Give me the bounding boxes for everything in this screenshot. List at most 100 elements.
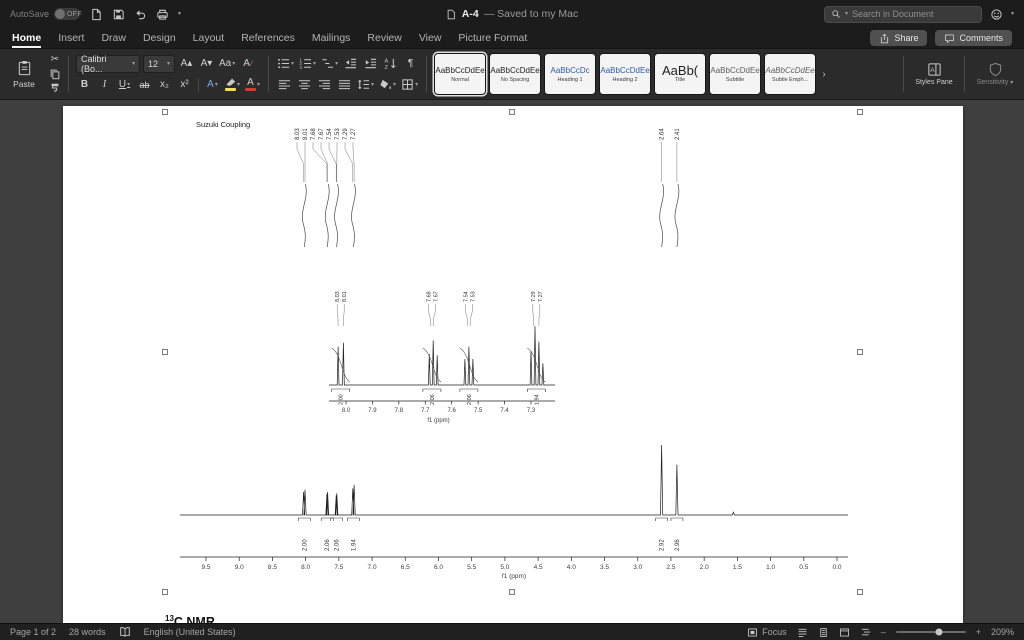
undo-icon[interactable]	[134, 8, 147, 21]
tab-layout[interactable]: Layout	[193, 28, 225, 48]
document-icon[interactable]	[90, 8, 103, 21]
selection-handle-middle-left[interactable]	[162, 349, 168, 355]
text-effects-button[interactable]: A ▾	[204, 75, 221, 94]
change-case-button[interactable]: Aa ▾	[218, 54, 236, 73]
bold-button[interactable]: B	[76, 75, 93, 94]
italic-button[interactable]: I	[96, 75, 113, 94]
heading-text: C NMR	[173, 615, 215, 623]
highlight-color-button[interactable]: ▾	[224, 75, 241, 94]
bullet-list-icon[interactable]: ▾	[276, 54, 295, 73]
view-read-mode-icon[interactable]	[797, 627, 808, 638]
document-canvas[interactable]: Suzuki Coupling 9.5 9.0 8.5 8.0 7.5 7.0 6.5 6.0 5…	[0, 100, 1024, 623]
underline-button[interactable]: U ▾	[116, 75, 133, 94]
increase-indent-icon[interactable]	[362, 54, 379, 73]
comments-label: Comments	[959, 33, 1003, 43]
cut-icon[interactable]: ✂	[49, 54, 61, 65]
tab-view[interactable]: View	[419, 28, 442, 48]
sensitivity-shield-icon	[989, 62, 1001, 76]
selection-handle-bottom-left[interactable]	[162, 589, 168, 595]
tab-design[interactable]: Design	[143, 28, 176, 48]
sensitivity-button[interactable]: Sensitivity ▾	[972, 52, 1018, 96]
proofing-book-icon[interactable]	[119, 626, 131, 638]
styles-pane-button[interactable]: A Styles Pane	[911, 52, 957, 96]
multilevel-list-icon[interactable]: ▾	[320, 54, 339, 73]
autosave-switch[interactable]: OFF	[54, 8, 82, 20]
paste-button[interactable]: Paste	[6, 52, 42, 96]
print-icon[interactable]	[156, 8, 169, 21]
style-card-title[interactable]: AaBb(Title	[654, 53, 707, 95]
view-print-layout-icon[interactable]	[818, 627, 829, 638]
focus-icon	[748, 628, 758, 636]
focus-button[interactable]: Focus	[747, 627, 787, 638]
font-name-select[interactable]: Calibri (Bo... ▾	[76, 54, 140, 74]
zoom-slider[interactable]	[895, 628, 966, 636]
feedback-smiley-icon[interactable]	[990, 8, 1003, 21]
document-page[interactable]: Suzuki Coupling 9.5 9.0 8.5 8.0 7.5 7.0 6.5 6.0 5…	[63, 106, 963, 623]
save-icon[interactable]	[112, 8, 125, 21]
nmr-spectrum-image[interactable]: Suzuki Coupling 9.5 9.0 8.5 8.0 7.5 7.0 6.5 6.0 5…	[63, 106, 963, 623]
tab-picture-format[interactable]: Picture Format	[458, 28, 527, 48]
style-card-no-spacing[interactable]: AaBbCcDdEe No Spacing	[489, 53, 542, 95]
style-card-heading-1[interactable]: AaBbCcDc Heading 1	[544, 53, 597, 95]
tab-insert[interactable]: Insert	[58, 28, 84, 48]
smiley-chevron-icon[interactable]: ▾	[1011, 11, 1014, 17]
style-card-subtle-emphasis[interactable]: AaBbCcDdEe Subtle Emph...	[764, 53, 817, 95]
superscript-button[interactable]: x²	[176, 75, 193, 94]
svg-text:A: A	[930, 67, 935, 74]
borders-icon[interactable]: ▾	[400, 75, 419, 94]
style-card-normal[interactable]: AaBbCcDdEe Normal	[434, 53, 487, 95]
tab-draw[interactable]: Draw	[101, 28, 126, 48]
font-color-button[interactable]: A ▾	[244, 75, 261, 94]
selection-handle-bottom-middle[interactable]	[509, 589, 515, 595]
view-outline-icon[interactable]	[860, 627, 871, 638]
word-count[interactable]: 28 words	[69, 627, 106, 637]
autosave-toggle[interactable]: AutoSave OFF	[10, 8, 82, 20]
grow-font-button[interactable]: A▴	[178, 54, 195, 73]
tab-home[interactable]: Home	[12, 28, 42, 48]
styles-gallery: AaBbCcDdEe Normal AaBbCcDdEe No Spacing Aa…	[434, 52, 829, 96]
align-right-icon[interactable]	[316, 75, 333, 94]
align-center-icon[interactable]	[296, 75, 313, 94]
nmr-figure[interactable]: Suzuki Coupling 9.5 9.0 8.5 8.0 7.5 7.0 6.5 6.0 5…	[63, 106, 963, 623]
selection-handle-bottom-right[interactable]	[857, 589, 863, 595]
tab-references[interactable]: References	[241, 28, 295, 48]
pilcrow-icon[interactable]: ¶	[402, 54, 419, 73]
comments-button[interactable]: Comments	[935, 30, 1012, 46]
font-size-select[interactable]: 12 ▾	[143, 54, 175, 73]
format-painter-icon[interactable]	[49, 82, 61, 94]
style-card-subtitle[interactable]: AaBbCcDdEe Subtitle	[709, 53, 762, 95]
sort-icon[interactable]: AZ	[382, 54, 399, 73]
style-card-heading-2[interactable]: AaBbCcDdEe Heading 2	[599, 53, 652, 95]
decrease-indent-icon[interactable]	[342, 54, 359, 73]
styles-gallery-expand-icon[interactable]: ›	[819, 69, 829, 80]
language-indicator[interactable]: English (United States)	[144, 627, 236, 637]
align-left-icon[interactable]	[276, 75, 293, 94]
align-justify-icon[interactable]	[336, 75, 353, 94]
subscript-button[interactable]: x₂	[156, 75, 173, 94]
strikethrough-button[interactable]: ab	[136, 75, 153, 94]
zoom-in-button[interactable]: +	[976, 627, 981, 637]
zoom-slider-thumb[interactable]	[935, 628, 943, 636]
share-button[interactable]: Share	[870, 30, 928, 46]
numbered-list-icon[interactable]: 1 2 3 ▾	[298, 54, 317, 73]
shrink-font-button[interactable]: A▾	[198, 54, 215, 73]
selection-handle-top-left[interactable]	[162, 109, 168, 115]
page-indicator[interactable]: Page 1 of 2	[10, 627, 56, 637]
svg-text:4.0: 4.0	[567, 564, 576, 571]
shading-icon[interactable]: ▾	[378, 75, 397, 94]
toolbar-chevron-down-icon[interactable]: ▾	[178, 11, 181, 17]
line-spacing-icon[interactable]: ▾	[356, 75, 375, 94]
zoom-out-button[interactable]: –	[881, 627, 886, 637]
tab-mailings[interactable]: Mailings	[312, 28, 351, 48]
tab-review[interactable]: Review	[367, 28, 401, 48]
search-input[interactable]: ▾ Search in Document	[823, 5, 982, 23]
selection-handle-top-middle[interactable]	[509, 109, 515, 115]
view-web-layout-icon[interactable]	[839, 627, 850, 638]
zoom-level[interactable]: 209%	[991, 627, 1014, 637]
copy-icon[interactable]	[49, 68, 61, 80]
autosave-state: OFF	[67, 10, 82, 18]
titlebar-right: ▾ Search in Document ▾	[823, 5, 1014, 23]
selection-handle-top-right[interactable]	[857, 109, 863, 115]
clear-formatting-button[interactable]: A ∕	[239, 54, 256, 73]
selection-handle-middle-right[interactable]	[857, 349, 863, 355]
